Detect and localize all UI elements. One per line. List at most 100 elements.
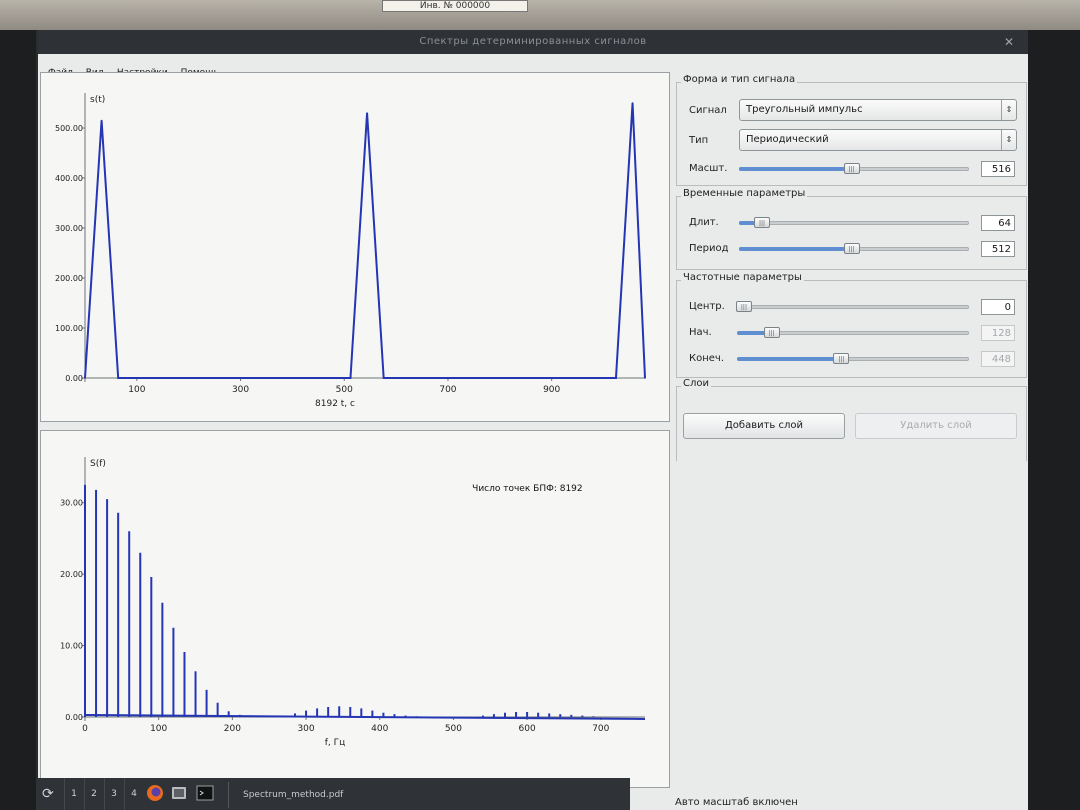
- monitor-bezel-left: [0, 30, 36, 810]
- signal-select[interactable]: Треугольный импульс ⇕: [739, 99, 1017, 121]
- spectrum-y-axis-label: S(f): [90, 459, 106, 469]
- add-layer-button[interactable]: Добавить слой: [683, 413, 845, 439]
- layers-group-title: Слои: [681, 378, 711, 389]
- slider-track: [739, 221, 969, 225]
- monitor-bezel-right: [1028, 30, 1080, 810]
- spectrum-plot: 0.00 10.00 20.00 30.00 0 100 200 300 400 500 600 70…: [40, 430, 670, 788]
- spectrum-x-axis-label: f, Гц: [325, 738, 346, 748]
- time-y-axis-label: s(t): [90, 95, 105, 105]
- time-x-tick-label: 700: [439, 385, 456, 395]
- workspace-1[interactable]: 1: [64, 778, 83, 810]
- spectrum-y-tick-label: 30.00: [60, 499, 83, 508]
- time-y-tick-label: 200.00: [55, 274, 83, 283]
- time-x-tick-label: 900: [543, 385, 560, 395]
- slider-handle[interactable]: |||: [735, 301, 752, 312]
- frequency-group: Частотные параметры Центр. ||| 0 Нач. ||…: [676, 272, 1027, 378]
- time-data-point: [84, 377, 86, 379]
- center-spinbox[interactable]: 0: [981, 299, 1015, 315]
- end-label: Конеч.: [689, 353, 724, 364]
- time-data-point: [399, 377, 402, 379]
- slider-handle[interactable]: |||: [763, 327, 780, 338]
- slider-handle[interactable]: |||: [843, 243, 860, 254]
- slider-fill: [739, 167, 852, 171]
- remove-layer-button: Удалить слой: [855, 413, 1017, 439]
- slider-handle[interactable]: |||: [754, 217, 770, 228]
- title-bar: Спектры детерминированных сигналов ✕: [38, 30, 1028, 54]
- layers-group: Слои Добавить слой Удалить слой: [676, 378, 1027, 461]
- spectrum-chart: 0.00 10.00 20.00 30.00 0 100 200 300 400 500 600 70…: [60, 457, 646, 748]
- time-domain-plot: 0.00 100.00 200.00 300.00 400.00 500.00 100 300…: [40, 72, 670, 422]
- time-group: Временные параметры Длит. ||| 64 Период …: [676, 188, 1027, 270]
- time-x-tick-label: 500: [336, 385, 353, 395]
- slider-fill: [737, 357, 842, 361]
- start-slider[interactable]: |||: [737, 326, 969, 340]
- time-data-point: [615, 377, 617, 379]
- workspace-4[interactable]: 4: [124, 778, 143, 810]
- time-x-tick-label: 100: [128, 385, 145, 395]
- spectrum-y-tick-label: 20.00: [60, 570, 83, 579]
- spectrum-x-tick-label: 400: [371, 724, 388, 734]
- duration-slider[interactable]: |||: [739, 216, 969, 230]
- scale-label: Масшт.: [689, 163, 728, 174]
- time-y-tick-label: 500.00: [55, 124, 83, 133]
- type-select-value: Периодический: [746, 134, 829, 145]
- spectrum-x-tick-label: 600: [519, 724, 536, 734]
- time-data-point: [349, 377, 352, 379]
- time-data-point: [366, 112, 368, 114]
- spectrum-annotation: Число точек БПФ: 8192: [472, 484, 582, 494]
- time-y-tick-label: 100.00: [55, 324, 83, 333]
- photo-background-top: [0, 0, 1080, 30]
- duration-spinbox[interactable]: 64: [981, 215, 1015, 231]
- center-slider[interactable]: |||: [735, 300, 969, 314]
- slider-handle[interactable]: |||: [843, 163, 860, 174]
- spectrum-x-tick-label: 200: [224, 724, 241, 734]
- period-spinbox[interactable]: 512: [981, 241, 1015, 257]
- period-slider[interactable]: |||: [739, 242, 969, 256]
- signal-group: Форма и тип сигнала Сигнал Треугольный и…: [676, 74, 1027, 186]
- time-series-line: [84, 102, 646, 379]
- refresh-icon[interactable]: ⟳: [42, 778, 54, 810]
- terminal-icon[interactable]: [196, 784, 214, 802]
- scale-slider[interactable]: |||: [739, 162, 969, 176]
- slider-track: [737, 305, 969, 309]
- end-spinbox: 448: [981, 351, 1015, 367]
- time-data-point: [117, 377, 119, 379]
- updown-arrows-icon: ⇕: [1001, 130, 1016, 150]
- spectrum-x-tick-label: 500: [445, 724, 462, 734]
- frequency-group-title: Частотные параметры: [681, 272, 804, 283]
- time-group-title: Временные параметры: [681, 188, 808, 199]
- slider-fill: [739, 247, 852, 251]
- start-label: Нач.: [689, 327, 712, 338]
- type-select[interactable]: Периодический ⇕: [739, 129, 1017, 151]
- end-slider[interactable]: |||: [737, 352, 969, 366]
- taskbar-item-pdf[interactable]: Spectrum_method.pdf: [228, 782, 428, 808]
- time-x-axis-label: 8192 t, c: [315, 399, 355, 409]
- time-x-tick-label: 300: [232, 385, 249, 395]
- center-label: Центр.: [689, 301, 725, 312]
- slider-handle[interactable]: |||: [833, 353, 850, 364]
- scale-spinbox[interactable]: 516: [981, 161, 1015, 177]
- file-manager-icon[interactable]: [170, 784, 188, 802]
- inventory-label: Инв. № 000000: [382, 0, 528, 12]
- duration-label: Длит.: [689, 217, 719, 228]
- status-bar: Авто масштаб включен: [675, 797, 798, 808]
- period-label: Период: [689, 243, 729, 254]
- window-title: Спектры детерминированных сигналов: [419, 36, 647, 47]
- close-icon[interactable]: ✕: [1004, 30, 1014, 54]
- time-y-tick-label: 400.00: [55, 174, 83, 183]
- signal-select-value: Треугольный импульс: [746, 104, 863, 115]
- spectrum-x-tick-label: 300: [297, 724, 314, 734]
- workspace-3[interactable]: 3: [104, 778, 123, 810]
- taskbar: ⟳ 1 2 3 4 Spectrum_method.pdf: [36, 778, 630, 810]
- type-label: Тип: [689, 135, 709, 146]
- time-domain-chart: 0.00 100.00 200.00 300.00 400.00 500.00 100 300…: [55, 93, 646, 409]
- workspace-2[interactable]: 2: [84, 778, 103, 810]
- firefox-icon[interactable]: [146, 784, 164, 802]
- signal-label: Сигнал: [689, 105, 727, 116]
- time-data-point: [644, 377, 646, 379]
- spectrum-x-tick-label: 100: [150, 724, 167, 734]
- spectrum-y-tick-label: 10.00: [60, 642, 83, 651]
- time-data-point: [100, 119, 103, 122]
- updown-arrows-icon: ⇕: [1001, 100, 1016, 120]
- spectrum-x-tick-label: 700: [592, 724, 609, 734]
